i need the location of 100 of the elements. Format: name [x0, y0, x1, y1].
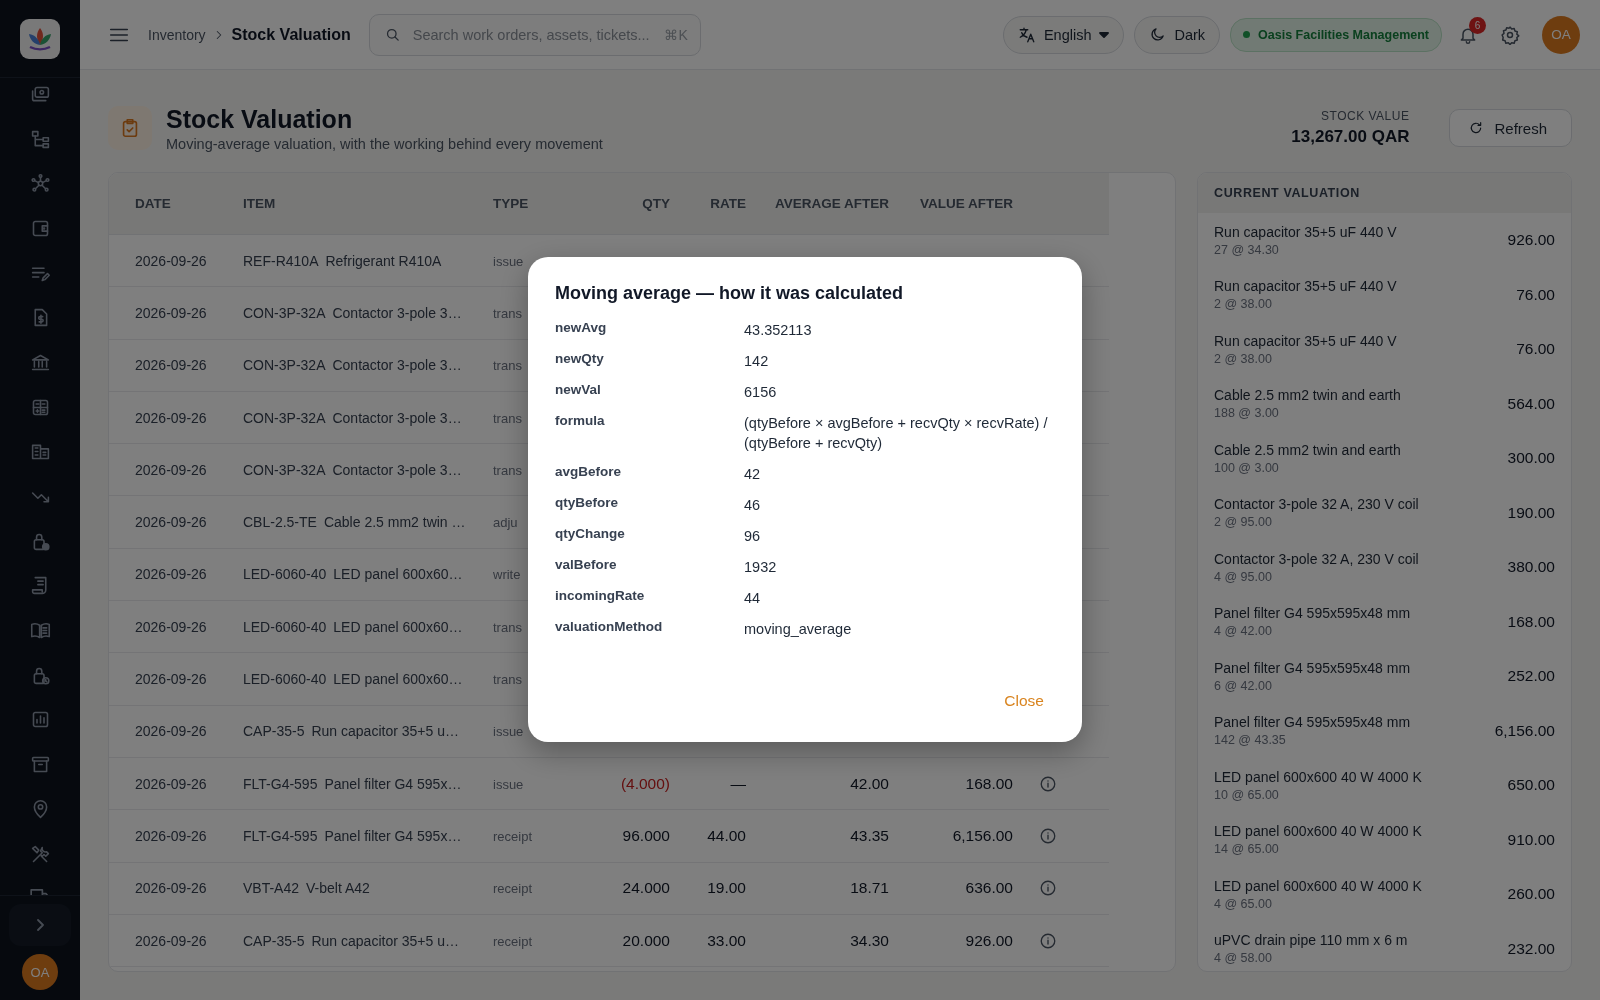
- field-value: 96: [744, 528, 761, 544]
- info-icon: [1039, 826, 1057, 845]
- item-name: LED panel 600x600 40 W 4000 K: [1214, 768, 1422, 785]
- item-code: FLT-G4-595: [243, 827, 318, 844]
- movement-type: issue: [493, 776, 524, 792]
- quantity-rate: 100 @ 3.00: [1214, 460, 1280, 475]
- breadcrumb-link[interactable]: Inventory: [148, 26, 206, 43]
- quantity-rate: 2 @ 95.00: [1214, 515, 1273, 530]
- date-cell-text: 2026-09-26: [135, 932, 208, 949]
- quantity-cell: 24.000: [622, 879, 670, 897]
- section-title: CURRENT VALUATION: [1214, 186, 1360, 200]
- item-value: 6,156.00: [1494, 721, 1555, 740]
- item-code: CON-3P-32A: [243, 461, 326, 478]
- value-after-cell: 636.00: [965, 879, 1013, 897]
- item-value: 564.00: [1507, 394, 1555, 413]
- quantity-rate: 4 @ 95.00: [1214, 569, 1273, 584]
- field-value: moving_average: [744, 621, 852, 637]
- info-button[interactable]: [1039, 879, 1057, 898]
- field-value: 43.352113: [744, 322, 812, 338]
- item-name: Cable 2.5 mm2 twin …: [323, 514, 466, 531]
- item-name: Panel filter G4 595x595x48 mm: [1214, 714, 1411, 731]
- stock-value: 13,267.00 QAR: [1291, 127, 1410, 147]
- info-button[interactable]: [1039, 826, 1057, 845]
- quantity-rate: 2 @ 38.00: [1214, 297, 1273, 312]
- value-after-cell: 168.00: [965, 774, 1013, 792]
- movement-type: adju: [493, 515, 518, 531]
- close-button[interactable]: Close: [996, 686, 1052, 716]
- field-label: qtyChange: [555, 526, 626, 543]
- date-cell-text: 2026-09-26: [135, 671, 208, 687]
- organization-name: Oasis Facilities Management: [1258, 27, 1429, 42]
- item-value: 168.00: [1507, 612, 1555, 631]
- movement-type: receipt: [493, 933, 533, 949]
- item-value: 76.00: [1516, 285, 1555, 304]
- date-cell-text: 2026-09-26: [135, 880, 208, 897]
- date-cell-text: 2026-09-26: [135, 566, 208, 583]
- item-value: 380.00: [1507, 558, 1555, 577]
- value-after-cell: 6,156.00: [952, 826, 1013, 844]
- average-after-cell: 18.71: [850, 879, 889, 897]
- item-name: Contactor 3-pole 3…: [332, 357, 462, 374]
- user-avatar[interactable]: OA: [22, 954, 58, 990]
- item-name: Run capacitor 35+5 uF 440 V: [1214, 278, 1397, 295]
- search-field[interactable]: Search work orders, assets, tickets...: [412, 26, 653, 43]
- column-header: TYPE: [493, 196, 530, 211]
- item-name: Cable 2.5 mm2 twin and earth: [1214, 387, 1401, 404]
- breadcrumb-current: Stock Valuation: [231, 25, 351, 44]
- item-value: 260.00: [1507, 885, 1555, 904]
- date-cell-text: 2026-09-26: [135, 304, 208, 321]
- field-label: newQty: [555, 351, 605, 368]
- info-button[interactable]: [1039, 774, 1057, 793]
- item-name: uPVC drain pipe 110 mm x 6 m: [1214, 932, 1408, 949]
- item-name: Contactor 3-pole 32 A, 230 V coil: [1214, 496, 1419, 513]
- average-after-cell: 43.35: [850, 826, 889, 844]
- moon-icon: [1149, 26, 1167, 43]
- notifications-button[interactable]: 6: [1452, 18, 1484, 51]
- field-label: formula: [555, 413, 606, 430]
- refresh-button[interactable]: Refresh: [1449, 109, 1572, 147]
- item-name: Panel filter G4 595x…: [324, 775, 462, 792]
- item-name: Run capacitor 35+5 u…: [311, 723, 459, 740]
- item-code: CON-3P-32A: [243, 357, 326, 374]
- movement-type: receipt: [493, 828, 533, 844]
- item-name: Contactor 3-pole 32 A, 230 V coil: [1214, 550, 1419, 567]
- item-name: LED panel 600x60…: [333, 671, 463, 687]
- field-value: 6156: [744, 384, 777, 400]
- item-name: Contactor 3-pole 3…: [332, 409, 462, 426]
- item-value: 190.00: [1507, 503, 1555, 522]
- logo-icon[interactable]: [20, 18, 60, 59]
- field-value: (qtyBefore × avgBefore + recvQty × recvRate) / (qtyBefore + recvQty): [744, 415, 1048, 451]
- quantity-cell: 96.000: [622, 826, 670, 844]
- tools-icon: [29, 843, 51, 865]
- caret-icon: [1099, 31, 1110, 38]
- item-name: Run capacitor 35+5 u…: [311, 932, 459, 949]
- item-value: 910.00: [1507, 830, 1555, 849]
- item-name: Panel filter G4 595x595x48 mm: [1214, 605, 1411, 622]
- date-cell-text: 2026-09-26: [135, 357, 208, 374]
- quantity-cell: (4.000): [620, 774, 670, 792]
- stock-value-label: STOCK VALUE: [1320, 109, 1410, 123]
- movement-type: trans: [493, 672, 522, 687]
- user-avatar[interactable]: OA: [1542, 15, 1580, 54]
- date-cell-text: 2026-09-26: [135, 618, 208, 635]
- network-icon: [29, 173, 51, 195]
- field-label: newVal: [555, 382, 602, 399]
- quantity-rate: 14 @ 65.00: [1214, 842, 1280, 857]
- theme-button[interactable]: Dark: [1134, 15, 1221, 54]
- quantity-rate: 4 @ 42.00: [1214, 624, 1273, 639]
- info-button[interactable]: [1039, 931, 1057, 950]
- item-name: LED panel 600x60…: [333, 566, 463, 583]
- date-cell-text: 2026-09-26: [135, 514, 208, 531]
- value-after-cell: 926.00: [965, 931, 1013, 949]
- item-name: Run capacitor 35+5 uF 440 V: [1214, 223, 1397, 240]
- movement-type: write: [493, 567, 521, 583]
- item-code: VBT-A42: [243, 880, 300, 897]
- language-dropdown[interactable]: English: [1002, 15, 1125, 54]
- hierarchy-icon: [29, 128, 51, 150]
- field-value: 1932: [744, 559, 777, 575]
- item-name: Refrigerant R410A: [325, 252, 442, 269]
- quantity-rate: 27 @ 34.30: [1214, 242, 1280, 257]
- item-name: Contactor 3-pole 3…: [332, 304, 462, 321]
- quantity-rate: 142 @ 43.35: [1214, 733, 1287, 748]
- field-label: qtyBefore: [555, 495, 619, 512]
- quantity-rate: 4 @ 58.00: [1214, 951, 1273, 966]
